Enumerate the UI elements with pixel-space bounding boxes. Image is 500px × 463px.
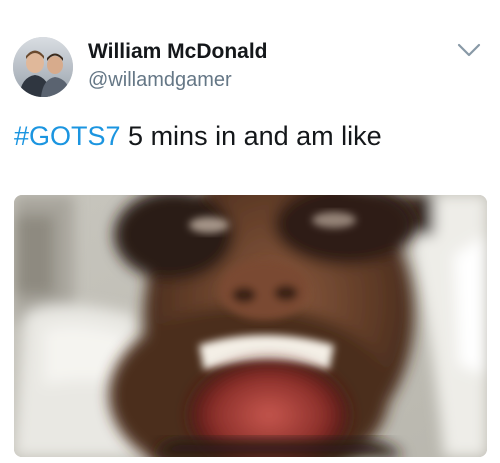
user-handle[interactable]: @willamdgamer xyxy=(88,69,232,92)
tweet-body-text: 5 mins in and am like xyxy=(120,121,382,151)
tweet-media-photo[interactable] xyxy=(14,195,487,457)
avatar[interactable] xyxy=(13,37,73,97)
chevron-down-icon[interactable] xyxy=(455,40,483,60)
tweet-text: #GOTS7 5 mins in and am like xyxy=(14,121,382,152)
blurred-face-photo-icon xyxy=(14,195,487,457)
display-name[interactable]: William McDonald xyxy=(88,40,268,64)
avatar-photo-icon xyxy=(13,37,73,97)
hashtag-link[interactable]: #GOTS7 xyxy=(14,121,121,151)
tweet-card: William McDonald @willamdgamer #GOTS7 5 … xyxy=(0,0,500,463)
